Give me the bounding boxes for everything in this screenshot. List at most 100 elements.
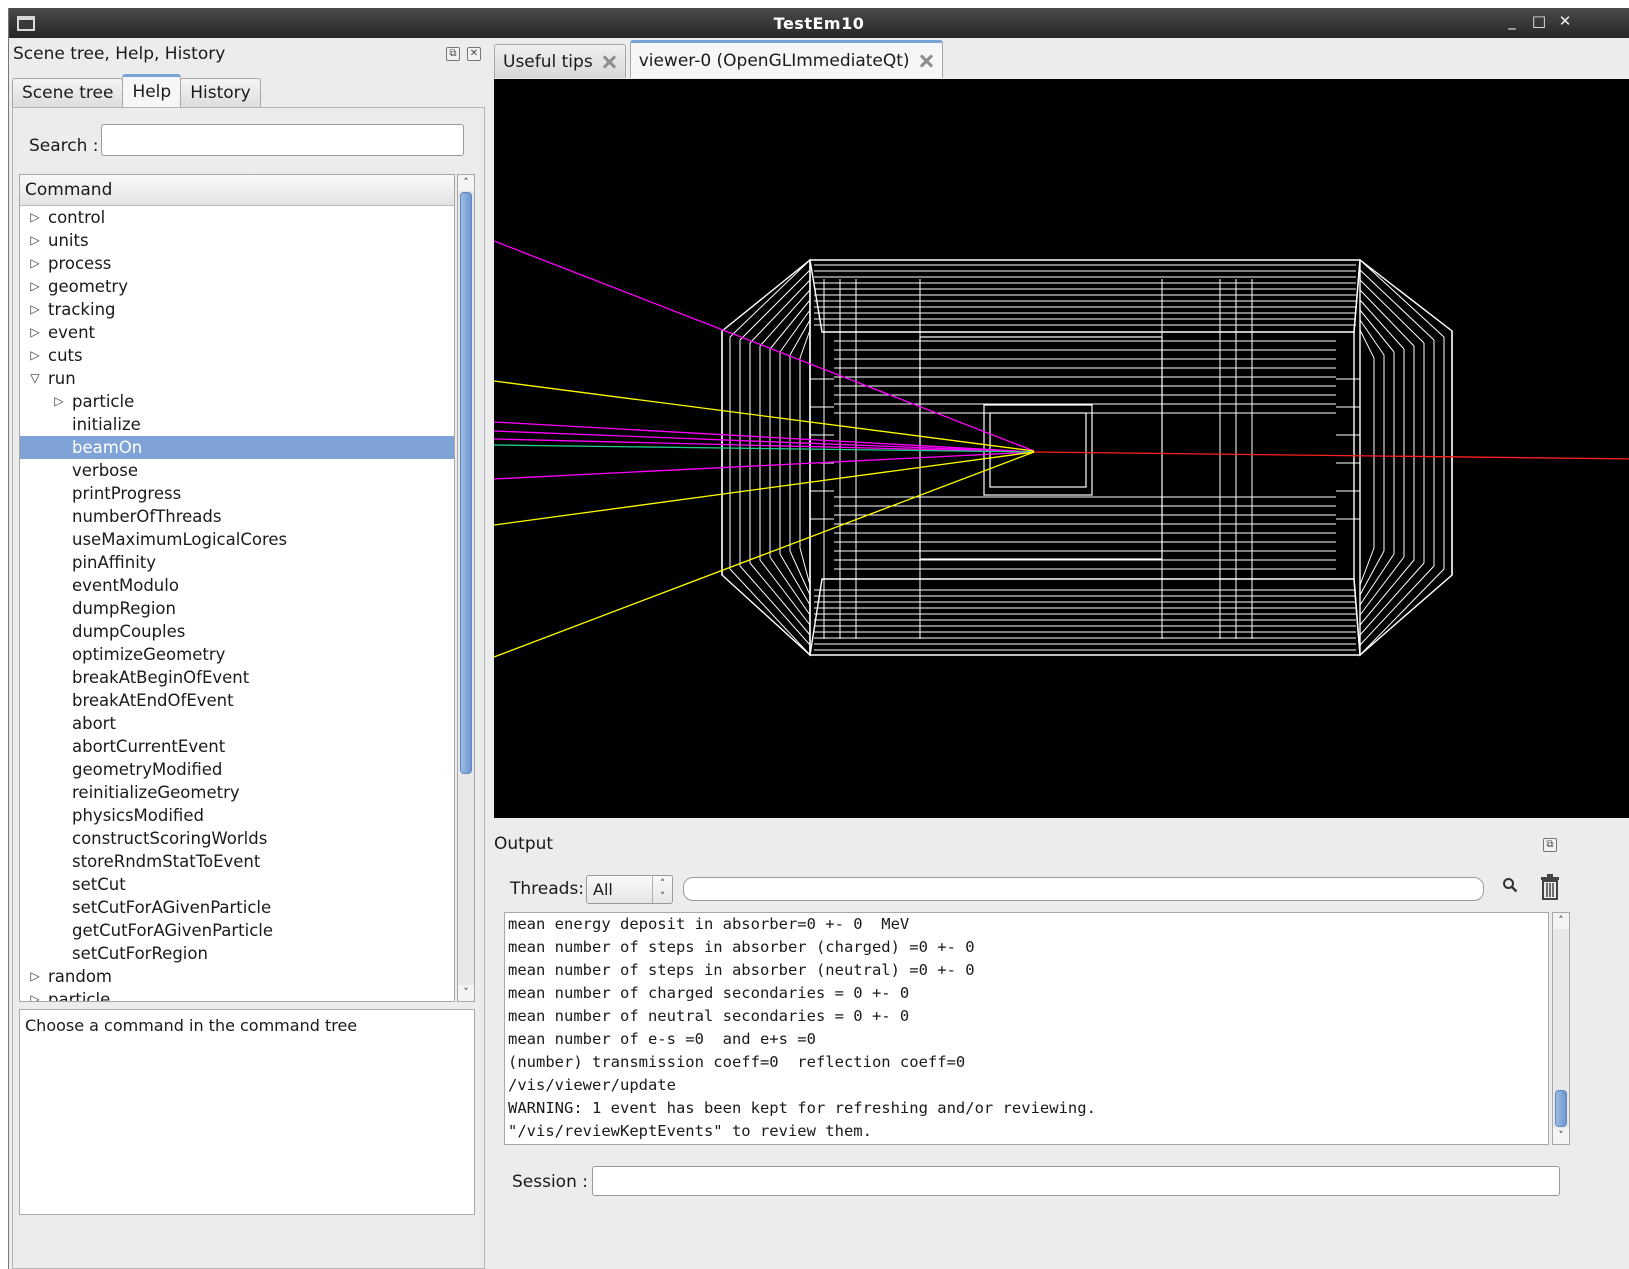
- expand-arrow-right-icon[interactable]: ▷: [28, 252, 42, 275]
- output-line: (number) transmission coeff=0 reflection…: [508, 1053, 966, 1071]
- float-dock-icon[interactable]: ⧉: [446, 47, 460, 61]
- tree-item-label: process: [48, 254, 112, 273]
- trash-icon[interactable]: [1539, 874, 1561, 900]
- tree-item[interactable]: setCutForAGivenParticle: [20, 896, 454, 919]
- tree-scrollbar[interactable]: ˄ ˅: [457, 174, 475, 1002]
- tree-item[interactable]: geometryModified: [20, 758, 454, 781]
- expand-arrow-right-icon[interactable]: ▷: [52, 390, 66, 413]
- tree-item[interactable]: printProgress: [20, 482, 454, 505]
- expand-arrow-right-icon[interactable]: ▷: [28, 206, 42, 229]
- expand-arrow-right-icon[interactable]: ▷: [28, 298, 42, 321]
- output-line: mean number of e-s =0 and e+s =0: [508, 1030, 816, 1048]
- tree-item[interactable]: dumpCouples: [20, 620, 454, 643]
- tree-item[interactable]: ▽ run: [20, 367, 454, 390]
- expand-arrow-right-icon[interactable]: ▷: [28, 988, 42, 1001]
- tree-item[interactable]: ▷ tracking: [20, 298, 454, 321]
- tab-viewer-0[interactable]: viewer-0 (OpenGLImmediateQt): [629, 40, 943, 78]
- tree-item[interactable]: getCutForAGivenParticle: [20, 919, 454, 942]
- expand-arrow-right-icon[interactable]: ▷: [28, 321, 42, 344]
- tree-item[interactable]: physicsModified: [20, 804, 454, 827]
- output-log[interactable]: mean energy deposit in absorber=0 +- 0 M…: [504, 912, 1549, 1145]
- tree-item[interactable]: setCut: [20, 873, 454, 896]
- tree-item[interactable]: ▷ particle: [20, 988, 454, 1001]
- scrollbar-thumb[interactable]: [1555, 1090, 1567, 1127]
- tree-item[interactable]: abort: [20, 712, 454, 735]
- tree-item-label: units: [48, 231, 89, 250]
- tree-item-label: abortCurrentEvent: [72, 737, 226, 756]
- close-tab-icon[interactable]: [601, 54, 617, 70]
- tree-item-label: tracking: [48, 300, 116, 319]
- session-label: Session :: [512, 1172, 588, 1192]
- tree-item-label: constructScoringWorlds: [72, 829, 268, 848]
- tab-help[interactable]: Help: [122, 74, 182, 108]
- tree-item-label: beamOn: [72, 438, 143, 457]
- tree-item-label: storeRndmStatToEvent: [72, 852, 261, 871]
- scroll-down-icon[interactable]: ˅: [1553, 1128, 1569, 1144]
- output-filter-input[interactable]: [683, 877, 1484, 901]
- tree-item-label: random: [48, 967, 112, 986]
- tree-item[interactable]: optimizeGeometry: [20, 643, 454, 666]
- minimize-icon[interactable]: _: [1503, 12, 1521, 30]
- close-icon[interactable]: ✕: [1556, 12, 1574, 30]
- tree-item[interactable]: breakAtEndOfEvent: [20, 689, 454, 712]
- maximize-icon[interactable]: □: [1530, 12, 1548, 30]
- tree-item[interactable]: ▷ cuts: [20, 344, 454, 367]
- tree-item[interactable]: ▷ geometry: [20, 275, 454, 298]
- threads-value: All: [593, 880, 613, 899]
- output-scrollbar[interactable]: ˄ ˅: [1552, 912, 1570, 1145]
- output-line: mean number of steps in absorber (neutra…: [508, 961, 975, 979]
- tree-item[interactable]: ▷ control: [20, 206, 454, 229]
- tree-item-label: abort: [72, 714, 116, 733]
- tree-item[interactable]: reinitializeGeometry: [20, 781, 454, 804]
- tree-item[interactable]: abortCurrentEvent: [20, 735, 454, 758]
- tree-item[interactable]: constructScoringWorlds: [20, 827, 454, 850]
- close-dock-icon[interactable]: ✕: [467, 47, 481, 61]
- tree-item[interactable]: setCutForRegion: [20, 942, 454, 965]
- search-input[interactable]: [101, 124, 464, 156]
- tree-item[interactable]: verbose: [20, 459, 454, 482]
- scroll-up-icon[interactable]: ˄: [458, 175, 474, 191]
- scroll-down-icon[interactable]: ˅: [458, 985, 474, 1001]
- threads-select[interactable]: All ˄ ˅: [586, 875, 673, 904]
- tree-item[interactable]: breakAtBeginOfEvent: [20, 666, 454, 689]
- tree-item[interactable]: useMaximumLogicalCores: [20, 528, 454, 551]
- tree-item-label: setCut: [72, 875, 126, 894]
- expand-arrow-right-icon[interactable]: ▷: [28, 344, 42, 367]
- expand-arrow-down-icon[interactable]: ▽: [28, 367, 42, 390]
- tree-item[interactable]: ▷ random: [20, 965, 454, 988]
- tree-item[interactable]: ▷ particle: [20, 390, 454, 413]
- tree-item[interactable]: dumpRegion: [20, 597, 454, 620]
- command-tree[interactable]: Command ▷ control ▷ units ▷ process ▷ geometry ▷…: [19, 174, 455, 1002]
- expand-arrow-right-icon[interactable]: ▷: [28, 965, 42, 988]
- tree-item-label: dumpCouples: [72, 622, 186, 641]
- tab-useful-tips[interactable]: Useful tips: [494, 44, 626, 78]
- main-window: TestEm10 _ □ ✕ Scene tree, Help, History…: [8, 8, 1629, 1269]
- tree-item[interactable]: numberOfThreads: [20, 505, 454, 528]
- tree-item[interactable]: ▷ process: [20, 252, 454, 275]
- tree-item[interactable]: beamOn: [20, 436, 454, 459]
- expand-arrow-right-icon[interactable]: ▷: [28, 229, 42, 252]
- tab-history[interactable]: History: [180, 78, 261, 108]
- float-output-icon[interactable]: ⧉: [1543, 838, 1557, 852]
- tree-item-label: initialize: [72, 415, 141, 434]
- output-line: /vis/viewer/update: [508, 1076, 676, 1094]
- tree-item[interactable]: eventModulo: [20, 574, 454, 597]
- scroll-up-icon[interactable]: ˄: [1553, 913, 1569, 929]
- tree-item[interactable]: pinAffinity: [20, 551, 454, 574]
- tree-item-label: control: [48, 208, 106, 227]
- session-input[interactable]: [592, 1166, 1560, 1196]
- tab-scene-tree[interactable]: Scene tree: [12, 78, 124, 108]
- output-line: mean energy deposit in absorber=0 +- 0 M…: [508, 915, 910, 933]
- expand-arrow-right-icon[interactable]: ▷: [28, 275, 42, 298]
- tree-item[interactable]: storeRndmStatToEvent: [20, 850, 454, 873]
- tree-item[interactable]: ▷ units: [20, 229, 454, 252]
- search-icon[interactable]: [1502, 877, 1518, 893]
- opengl-viewer[interactable]: [494, 79, 1629, 818]
- tree-item-label: eventModulo: [72, 576, 179, 595]
- tree-item[interactable]: ▷ event: [20, 321, 454, 344]
- title-bar[interactable]: TestEm10 _ □ ✕: [9, 8, 1629, 38]
- close-tab-icon[interactable]: [918, 53, 934, 69]
- tree-header-command[interactable]: Command: [20, 175, 454, 206]
- scrollbar-thumb[interactable]: [460, 192, 472, 774]
- tree-item[interactable]: initialize: [20, 413, 454, 436]
